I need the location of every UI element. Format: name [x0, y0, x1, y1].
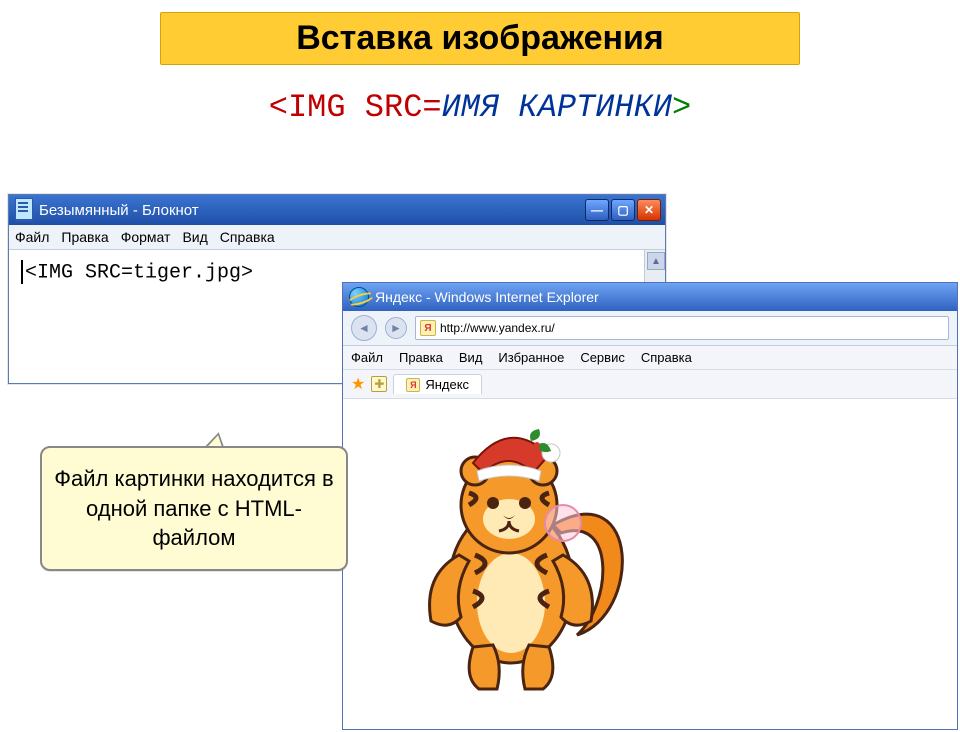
notepad-title-text: Безымянный - Блокнот: [39, 202, 199, 219]
ie-titlebar: Яндекс - Windows Internet Explorer: [343, 283, 957, 311]
minimize-button[interactable]: —: [585, 199, 609, 221]
menu-view[interactable]: Вид: [182, 229, 207, 245]
callout-note: Файл картинки находится в одной папке с …: [40, 446, 348, 571]
code-blue: ИМЯ КАРТИНКИ: [442, 89, 672, 126]
ie-menu-help[interactable]: Справка: [641, 350, 692, 365]
notepad-icon: [15, 198, 33, 222]
yandex-favicon-icon: Я: [420, 320, 436, 336]
notepad-titlebar: Безымянный - Блокнот — ▢ ✕: [9, 195, 665, 225]
ie-toolbar: ◄ ► Я http://www.yandex.ru/: [343, 311, 957, 346]
ie-title-text: Яндекс - Windows Internet Explorer: [375, 289, 599, 305]
slide-title: Вставка изображения: [160, 12, 800, 65]
forward-button[interactable]: ►: [385, 317, 407, 339]
ie-toolbar2: ★ ✚ Я Яндекс: [343, 370, 957, 399]
ie-menu-favorites[interactable]: Избранное: [498, 350, 564, 365]
code-example: <IMG SRC=ИМЯ КАРТИНКИ>: [0, 89, 960, 126]
menu-format[interactable]: Формат: [121, 229, 171, 245]
menu-help[interactable]: Справка: [220, 229, 275, 245]
notepad-menubar: Файл Правка Формат Вид Справка: [9, 225, 665, 250]
ie-page: [343, 399, 957, 721]
menu-file[interactable]: Файл: [15, 229, 49, 245]
star-icon[interactable]: ★: [351, 374, 365, 394]
tab-label: Яндекс: [425, 377, 469, 392]
scroll-up-icon[interactable]: ▲: [647, 252, 665, 270]
ie-window: Яндекс - Windows Internet Explorer ◄ ► Я…: [342, 282, 958, 730]
ie-icon: [349, 287, 369, 307]
menu-edit[interactable]: Правка: [61, 229, 108, 245]
close-button[interactable]: ✕: [637, 199, 661, 221]
url-text: http://www.yandex.ru/: [440, 321, 555, 335]
browser-tab[interactable]: Я Яндекс: [393, 374, 482, 394]
tab-favicon-icon: Я: [406, 378, 420, 392]
ie-menu-file[interactable]: Файл: [351, 350, 383, 365]
ie-menu-tools[interactable]: Сервис: [580, 350, 625, 365]
code-green: >: [672, 89, 691, 126]
address-bar[interactable]: Я http://www.yandex.ru/: [415, 316, 949, 340]
add-favorite-icon[interactable]: ✚: [371, 376, 387, 392]
tiger-image: [381, 415, 641, 705]
notepad-text: <IMG SRC=tiger.jpg>: [25, 261, 253, 284]
maximize-button[interactable]: ▢: [611, 199, 635, 221]
back-button[interactable]: ◄: [351, 315, 377, 341]
ie-menubar: Файл Правка Вид Избранное Сервис Справка: [343, 346, 957, 370]
code-red: <IMG SRC=: [269, 89, 442, 126]
ie-menu-view[interactable]: Вид: [459, 350, 483, 365]
ie-menu-edit[interactable]: Правка: [399, 350, 443, 365]
